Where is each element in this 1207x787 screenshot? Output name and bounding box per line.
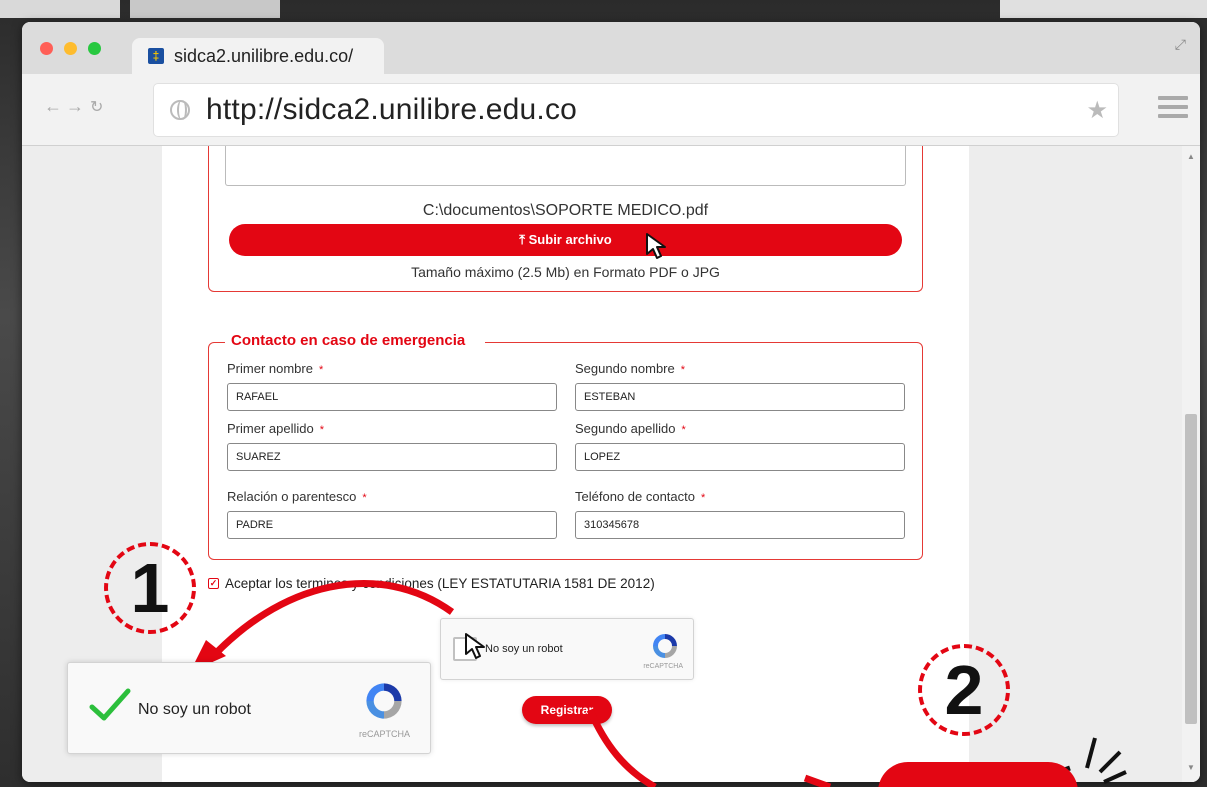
upload-file-button[interactable]: ⤒ Subir archivo	[229, 224, 902, 256]
recaptcha-label: No soy un robot	[485, 643, 563, 655]
close-window-button[interactable]	[40, 42, 53, 55]
terms-label: Aceptar los terminos y condiciones (LEY …	[225, 576, 655, 591]
field-label: Primer nombre *	[227, 361, 324, 376]
field-label: Relación o parentesco *	[227, 489, 367, 504]
address-bar[interactable]: http://sidca2.unilibre.edu.co ★	[154, 84, 1118, 136]
emergency-contact-legend: Contacto en caso de emergencia	[225, 332, 486, 349]
scroll-down-icon[interactable]: ▼	[1187, 763, 1195, 772]
contact-phone-field: Teléfono de contacto * 310345678	[575, 489, 905, 539]
relationship-input[interactable]: PADRE	[227, 511, 557, 539]
vertical-scrollbar[interactable]: ▲ ▼	[1182, 146, 1200, 782]
field-label: Segundo apellido *	[575, 421, 686, 436]
title-bar: ‡ sidca2.unilibre.edu.co/ ⤢	[22, 22, 1200, 74]
forward-arrow-icon[interactable]: →	[66, 96, 84, 117]
site-favicon-icon: ‡	[148, 48, 164, 64]
recaptcha-widget: No soy un robot reCAPTCHA	[440, 618, 694, 680]
back-arrow-icon[interactable]: ←	[44, 96, 62, 117]
middle-name-input[interactable]: ESTEBAN	[575, 383, 905, 411]
recaptcha-brand: reCAPTCHA	[643, 663, 683, 670]
backdrop-strip	[130, 0, 280, 18]
middle-name-field: Segundo nombre * ESTEBAN	[575, 361, 905, 411]
first-name-input[interactable]: RAFAEL	[227, 383, 557, 411]
reload-icon[interactable]: ↻	[90, 97, 103, 117]
browser-toolbar: ← → ↻ http://sidca2.unilibre.edu.co ★	[22, 74, 1200, 146]
backdrop-strip	[1000, 0, 1207, 18]
terms-checkbox-row[interactable]: ✓ Aceptar los terminos y condiciones (LE…	[208, 576, 655, 591]
scroll-thumb[interactable]	[1185, 414, 1197, 724]
first-name-field: Primer nombre * RAFAEL	[227, 361, 557, 411]
minimize-window-button[interactable]	[64, 42, 77, 55]
emergency-contact-section: Contacto en caso de emergencia Primer no…	[208, 332, 923, 560]
maximize-window-button[interactable]	[88, 42, 101, 55]
upload-hint: Tamaño máximo (2.5 Mb) en Formato PDF o …	[411, 264, 720, 280]
tab-title: sidca2.unilibre.edu.co/	[174, 45, 354, 66]
document-input[interactable]	[225, 146, 906, 186]
first-surname-field: Primer apellido * SUAREZ	[227, 421, 557, 471]
browser-window: ‡ sidca2.unilibre.edu.co/ ⤢ ← → ↻ http:/…	[22, 22, 1200, 782]
registration-form: C:\documentos\SOPORTE MEDICO.pdf ⤒ Subir…	[162, 146, 969, 782]
register-button[interactable]: Registrar	[522, 696, 612, 724]
upload-section: C:\documentos\SOPORTE MEDICO.pdf ⤒ Subir…	[208, 146, 923, 292]
url-text[interactable]: http://sidca2.unilibre.edu.co	[206, 93, 577, 127]
browser-tab[interactable]: ‡ sidca2.unilibre.edu.co/	[132, 38, 384, 74]
field-label: Primer apellido *	[227, 421, 324, 436]
contact-phone-input[interactable]: 310345678	[575, 511, 905, 539]
bookmark-star-icon[interactable]: ★	[1086, 96, 1108, 125]
globe-icon	[170, 100, 190, 120]
terms-checkbox[interactable]: ✓	[208, 578, 219, 589]
upload-icon: ⤒	[519, 232, 529, 247]
recaptcha-checkbox[interactable]	[453, 637, 477, 661]
page-viewport: C:\documentos\SOPORTE MEDICO.pdf ⤒ Subir…	[22, 146, 1200, 782]
field-label: Teléfono de contacto *	[575, 489, 706, 504]
fullscreen-icon[interactable]: ⤢	[1175, 36, 1186, 53]
recaptcha-logo-icon	[649, 631, 681, 666]
second-surname-field: Segundo apellido * LOPEZ	[575, 421, 905, 471]
first-surname-input[interactable]: SUAREZ	[227, 443, 557, 471]
scroll-up-icon[interactable]: ▲	[1187, 152, 1195, 161]
upload-button-label: Subir archivo	[528, 232, 612, 247]
second-surname-input[interactable]: LOPEZ	[575, 443, 905, 471]
backdrop-strip	[0, 0, 120, 18]
field-label: Segundo nombre *	[575, 361, 686, 376]
hamburger-menu-icon[interactable]	[1158, 96, 1188, 123]
selected-file-path: C:\documentos\SOPORTE MEDICO.pdf	[422, 202, 709, 219]
relationship-field: Relación o parentesco * PADRE	[227, 489, 557, 539]
